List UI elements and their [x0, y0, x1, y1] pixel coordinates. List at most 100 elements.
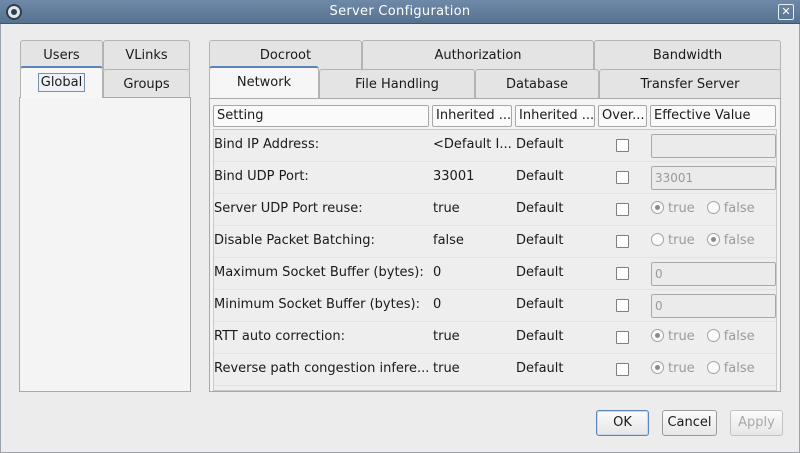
- tab-docroot-label: Docroot: [259, 48, 312, 63]
- radio-button-icon[interactable]: [706, 201, 720, 214]
- setting-name: Bind UDP Port:: [214, 169, 309, 184]
- override-checkbox[interactable]: [616, 171, 629, 184]
- inherited-value: 0: [433, 297, 442, 312]
- column-header-effective-value[interactable]: Effective Value: [650, 105, 776, 127]
- radio-button-icon[interactable]: [651, 201, 664, 214]
- table-row[interactable]: Disable Packet Batching: false Default true…: [214, 226, 776, 258]
- column-header-override[interactable]: Over...: [598, 105, 647, 127]
- override-cell: [599, 258, 649, 290]
- effective-value-radio-group: true false: [651, 322, 767, 354]
- tab-transfer-server[interactable]: Transfer Server: [599, 69, 781, 99]
- window-title: Server Configuration: [329, 4, 471, 19]
- apply-button[interactable]: Apply: [730, 410, 783, 436]
- effective-value-field[interactable]: 0: [651, 262, 776, 286]
- setting-name: Disable Packet Batching:: [214, 233, 375, 248]
- tab-file-handling-label: File Handling: [355, 77, 439, 92]
- effective-value-radio-group: true false: [651, 354, 767, 386]
- table-row[interactable]: Bind UDP Port: 33001 Default 33001: [214, 162, 776, 194]
- column-header-inherited-value[interactable]: Inherited ...: [432, 105, 512, 127]
- tab-network-label: Network: [236, 75, 292, 90]
- override-cell: [599, 194, 649, 226]
- override-checkbox[interactable]: [616, 299, 629, 312]
- table-row[interactable]: Maximum Socket Buffer (bytes): 0 Default 0: [214, 258, 776, 290]
- radio-button-icon[interactable]: [706, 233, 720, 246]
- effective-value-cell: true false: [650, 322, 776, 354]
- effective-value-field[interactable]: 0: [651, 294, 776, 318]
- radio-button-icon[interactable]: [651, 361, 664, 374]
- radio-option-true[interactable]: true: [651, 194, 695, 224]
- inherited-source: Default: [516, 297, 564, 312]
- tab-authorization[interactable]: Authorization: [362, 40, 594, 70]
- setting-name: Minimum Socket Buffer (bytes):: [214, 297, 420, 312]
- radio-button-icon[interactable]: [706, 361, 720, 374]
- tab-transfer-server-label: Transfer Server: [640, 77, 740, 92]
- setting-name: RTT auto correction:: [214, 329, 345, 344]
- radio-option-true[interactable]: true: [651, 226, 695, 256]
- radio-option-true[interactable]: true: [651, 354, 695, 384]
- tab-groups-label: Groups: [123, 77, 170, 92]
- radio-button-icon[interactable]: [706, 329, 720, 342]
- inherited-value: false: [433, 233, 464, 248]
- table-row[interactable]: Minimum Socket Buffer (bytes): 0 Default 0: [214, 290, 776, 322]
- override-checkbox[interactable]: [616, 267, 629, 280]
- override-cell: [599, 322, 649, 354]
- effective-value-radio-group: true false: [651, 194, 767, 226]
- column-header-setting[interactable]: Setting: [213, 105, 429, 127]
- inherited-value: true: [433, 361, 460, 376]
- tab-vlinks[interactable]: VLinks: [103, 40, 190, 70]
- inherited-source: Default: [516, 361, 564, 376]
- override-checkbox[interactable]: [616, 235, 629, 248]
- tab-database-label: Database: [505, 77, 569, 92]
- settings-table: Bind IP Address: <Default I... Default Bind…: [213, 129, 777, 391]
- tab-database[interactable]: Database: [475, 69, 599, 99]
- override-checkbox[interactable]: [616, 363, 629, 376]
- tab-vlinks-label: VLinks: [125, 48, 168, 63]
- override-checkbox[interactable]: [616, 203, 629, 216]
- tab-file-handling[interactable]: File Handling: [319, 69, 475, 99]
- radio-option-true[interactable]: true: [651, 322, 695, 352]
- override-cell: [599, 130, 649, 162]
- inherited-value: 0: [433, 265, 442, 280]
- effective-value-cell: true false: [650, 194, 776, 226]
- ok-button[interactable]: OK: [596, 410, 649, 436]
- inherited-value: true: [433, 201, 460, 216]
- tab-global-label: Global: [37, 73, 86, 92]
- tab-groups[interactable]: Groups: [103, 69, 190, 99]
- override-checkbox[interactable]: [616, 139, 629, 152]
- radio-label: false: [723, 201, 755, 216]
- inherited-source: Default: [516, 169, 564, 184]
- table-row[interactable]: Server UDP Port reuse: true Default true fal…: [214, 194, 776, 226]
- effective-value-field[interactable]: 33001: [651, 166, 776, 190]
- inherited-source: Default: [516, 201, 564, 216]
- radio-label: true: [668, 329, 695, 344]
- table-row[interactable]: RTT auto correction: true Default true false: [214, 322, 776, 354]
- column-header-inherited-from[interactable]: Inherited ...: [515, 105, 595, 127]
- table-row[interactable]: Reverse path congestion infere... true Def…: [214, 354, 776, 386]
- radio-option-false[interactable]: false: [706, 194, 755, 224]
- setting-name: Server UDP Port reuse:: [214, 201, 363, 216]
- tab-bandwidth[interactable]: Bandwidth: [594, 40, 781, 70]
- inherited-value: true: [433, 329, 460, 344]
- radio-button-icon[interactable]: [651, 233, 664, 246]
- setting-name: Reverse path congestion infere...: [214, 361, 430, 376]
- override-cell: [599, 354, 649, 386]
- radio-option-false[interactable]: false: [706, 322, 755, 352]
- tab-network[interactable]: Network: [209, 66, 319, 98]
- table-row[interactable]: Bind IP Address: <Default I... Default: [214, 130, 776, 162]
- effective-value-field[interactable]: [651, 134, 776, 158]
- effective-value-cell: true false: [650, 354, 776, 386]
- tab-global[interactable]: Global: [20, 66, 103, 98]
- tab-users-label: Users: [43, 48, 80, 63]
- cancel-button[interactable]: Cancel: [662, 410, 717, 436]
- override-checkbox[interactable]: [616, 331, 629, 344]
- inherited-value: <Default I...: [433, 137, 512, 152]
- tab-bandwidth-label: Bandwidth: [652, 48, 723, 63]
- inherited-source: Default: [516, 329, 564, 344]
- inherited-source: Default: [516, 265, 564, 280]
- inherited-value: 33001: [433, 169, 475, 184]
- close-icon[interactable]: ✕: [778, 4, 794, 20]
- radio-option-false[interactable]: false: [706, 226, 755, 256]
- radio-option-false[interactable]: false: [706, 354, 755, 384]
- effective-value-cell: [650, 130, 776, 162]
- radio-button-icon[interactable]: [651, 329, 664, 342]
